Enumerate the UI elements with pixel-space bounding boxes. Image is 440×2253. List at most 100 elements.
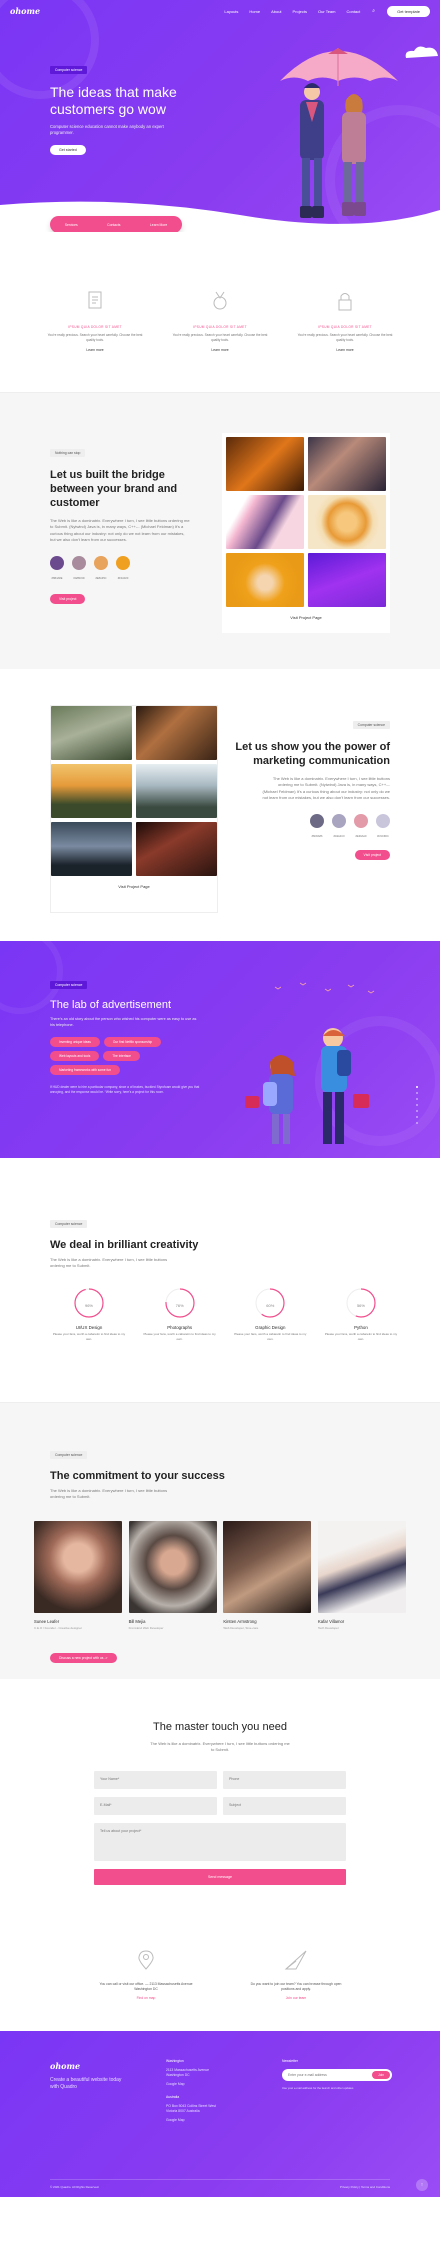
advert-pill[interactable]: Our first Netflix sponsorship: [103, 1036, 162, 1047]
gallery-link[interactable]: Visit Project Page: [226, 615, 386, 620]
hero-section: ohome Layouts Home About Projects Our Te…: [0, 0, 440, 232]
gallery-image[interactable]: [136, 822, 217, 876]
info-card: Do you want to join our team? You can br…: [246, 1949, 346, 2000]
email-field[interactable]: E-Mail*: [94, 1797, 217, 1815]
newsletter-email-input[interactable]: [288, 2073, 373, 2077]
advert-section: Computer science The lab of advertisemen…: [0, 941, 440, 1158]
contact-text: The Web is like a dominatrix. Everywhere…: [150, 1741, 290, 1753]
team-title: The commitment to your success: [50, 1470, 225, 1482]
contact-form: Your Name* Phone E-Mail* Subject Tell us…: [94, 1771, 346, 1885]
search-icon[interactable]: ⌕: [372, 8, 375, 14]
scroll-top-button[interactable]: ↑: [416, 2179, 428, 2191]
bridge-visit-button[interactable]: Visit project: [50, 593, 86, 604]
info-link[interactable]: Join our team: [246, 1996, 346, 2000]
pager-dot[interactable]: [416, 1086, 418, 1088]
info-section: You can call or visit our office. — 2113…: [0, 1911, 440, 2031]
gallery-image[interactable]: [308, 437, 386, 491]
info-link[interactable]: Find on map: [96, 1996, 196, 2000]
stat-text: Please your fans, worth a cabaretin to f…: [143, 1332, 216, 1341]
message-field[interactable]: Tell us about your project*: [94, 1823, 346, 1861]
advert-tag: Computer science: [50, 981, 88, 989]
brand-logo[interactable]: ohome: [10, 6, 40, 16]
member-name: Sunee Leafer: [34, 1619, 60, 1624]
col-link[interactable]: Google Map: [166, 2118, 236, 2123]
pager-dot[interactable]: [416, 1092, 418, 1094]
newsletter-join-button[interactable]: Join: [372, 2071, 390, 2079]
feature-link[interactable]: Learn more: [295, 348, 395, 352]
bridge-title: Let us built the bridge between your bra…: [50, 469, 178, 509]
features-section: Ipsum quia dolor sit amet You're really …: [0, 232, 440, 393]
advert-pill[interactable]: Marketing frameworks with some fun: [50, 1064, 120, 1075]
member-photo: [223, 1521, 312, 1613]
nav-about[interactable]: About: [271, 9, 281, 14]
member-photo: [128, 1521, 217, 1613]
gallery-image[interactable]: [308, 553, 386, 607]
nav-home[interactable]: Home: [249, 9, 260, 14]
feature-link[interactable]: Learn more: [45, 348, 145, 352]
gallery-link[interactable]: Visit Project Page: [51, 884, 217, 889]
nav-our-team[interactable]: Our Team: [318, 9, 336, 14]
footer-tagline: Create a beautiful website today with Qu…: [50, 2077, 122, 2090]
gallery-image[interactable]: [51, 822, 132, 876]
hero-get-started-button[interactable]: Get started: [50, 145, 86, 155]
gallery-image[interactable]: [51, 764, 132, 818]
newsletter-note: Use your e-mail address for the launch a…: [282, 2086, 354, 2090]
gallery-image[interactable]: [226, 553, 304, 607]
send-message-button[interactable]: Send message: [94, 1869, 346, 1885]
bar-services[interactable]: Services: [65, 223, 78, 227]
gallery-image[interactable]: [226, 495, 304, 549]
stat-card: 56% Python Please your fans, worth a cab…: [322, 1286, 400, 1341]
swatch: #6B4A8E: [50, 555, 64, 580]
name-field[interactable]: Your Name*: [94, 1771, 217, 1789]
footer-logo[interactable]: ohome: [50, 2061, 80, 2071]
bar-learn-more[interactable]: Learn More: [150, 223, 167, 227]
copyright: © 2021 Quadro. All Rights Reserved.: [50, 2185, 100, 2189]
pager-dot[interactable]: [416, 1122, 418, 1124]
stat-label: Python: [354, 1325, 368, 1330]
feature-link[interactable]: Learn more: [170, 348, 270, 352]
gallery-image[interactable]: [136, 764, 217, 818]
footer-bottom-links[interactable]: Privacy Policy | Terms and Conditions: [340, 2185, 390, 2189]
swatch-circle: [332, 813, 346, 828]
gallery-image[interactable]: [51, 706, 132, 760]
bridge-tag: Nothing can stop: [50, 449, 86, 457]
pager-dot[interactable]: [416, 1110, 418, 1112]
info-row: You can call or visit our office. — 2113…: [96, 1949, 346, 2000]
swatch: #F0A020: [116, 555, 130, 580]
pager-dot[interactable]: [416, 1104, 418, 1106]
phone-field[interactable]: Phone: [223, 1771, 346, 1789]
advert-pill[interactable]: The interface: [103, 1050, 140, 1061]
advert-pill[interactable]: Inventing unique ideas: [50, 1036, 100, 1047]
creativity-tag: Computer science: [50, 1220, 88, 1228]
team-member[interactable]: Kafar Villamor Tech Developer: [317, 1521, 406, 1630]
gallery-image[interactable]: [308, 495, 386, 549]
swatch-label: #E8A35C: [95, 576, 107, 580]
pager-dot[interactable]: [416, 1098, 418, 1100]
hero-action-bar: Services Contacts Learn More: [50, 216, 182, 232]
discuss-project-button[interactable]: Discuss a new project with us ->: [50, 1653, 117, 1663]
cloud-icon: [405, 46, 438, 58]
swatch-circle: [310, 813, 324, 828]
marketing-gallery: Visit Project Page: [50, 705, 218, 913]
get-template-button[interactable]: Get template: [387, 5, 430, 17]
marketing-visit-button[interactable]: Visit project: [354, 849, 390, 860]
nav-projects[interactable]: Projects: [293, 9, 307, 14]
advert-pill[interactable]: Web layouts and tools: [50, 1050, 100, 1061]
swatch-label: #6B4A8E: [51, 576, 63, 580]
pager-dot[interactable]: [416, 1116, 418, 1118]
member-role: Web Developer, Sine-care: [223, 1626, 259, 1630]
team-member[interactable]: Kirsten Armstrong Web Developer, Sine-ca…: [223, 1521, 312, 1630]
subject-field[interactable]: Subject: [223, 1797, 346, 1815]
bar-contacts[interactable]: Contacts: [107, 223, 120, 227]
team-member[interactable]: Sunee Leafer C.E.O / Founder - Creative …: [34, 1521, 122, 1630]
team-member[interactable]: Bill Mejia Front-End Web Developer: [128, 1521, 217, 1630]
gallery-image[interactable]: [136, 706, 217, 760]
col-link[interactable]: Google Map: [166, 2082, 236, 2087]
stat-text: Please your fans, worth a cabaretin to f…: [324, 1332, 398, 1341]
contact-title: The master touch you need: [153, 1721, 287, 1733]
feature-label: Ipsum quia dolor sit amet: [193, 325, 247, 329]
gallery-image[interactable]: [226, 437, 304, 491]
nav-contact[interactable]: Contact: [346, 9, 360, 14]
nav-layouts[interactable]: Layouts: [224, 9, 238, 14]
document-icon: [88, 291, 102, 309]
